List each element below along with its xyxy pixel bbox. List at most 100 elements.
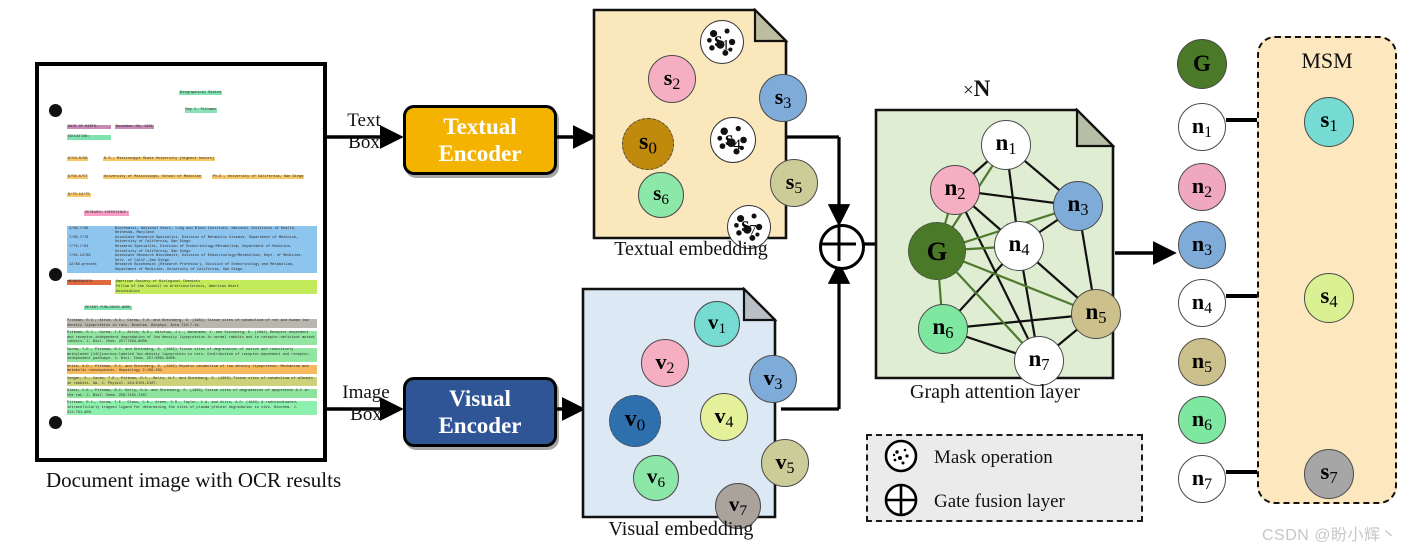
ocr-field-value: November 30, 1935 [115,124,154,130]
node-label: s5 [785,168,803,197]
gate-fusion-icon [819,224,865,270]
node-label: n2 [944,175,966,204]
node-label: n1 [1191,112,1213,141]
textual-encoder-label-line2: Encoder [438,141,522,166]
node-label: v7 [728,492,748,519]
ocr-edu-date: 9/53-6/56 [67,156,89,162]
output-node-column: Gn1 n2 n3 n4 n5 n6 n7 [1172,8,1232,508]
node-label: n7 [1191,464,1213,493]
ocr-section-header: MEMBERSHIPS: [67,280,111,286]
ocr-title: Biographical Sketch [179,90,223,96]
textual-caption-text: Textual embedding [614,238,768,260]
node-label: v5 [775,448,795,477]
ocr-exp-date: 2/66-7/68 [69,226,89,231]
graph-node-n5: n5 [1071,289,1121,339]
ocr-publication: Pittman, R.C., Carew, T.E., Glass, C.K.,… [67,401,317,416]
node-label: s0 [639,129,657,158]
output-node-n2: n2 [1178,163,1226,211]
node-label: v6 [646,464,666,491]
page-shape [592,8,788,240]
node-label: v3 [763,364,783,393]
ocr-section-header: RESEARCH EXPERIENCE: [84,211,130,216]
node-label: v0 [624,406,646,435]
ocr-exp-text: Associate Research Biochemist, Division … [115,254,303,263]
image-box-arrow-label: Image Box [333,382,399,426]
csdn-watermark: CSDN @盼小辉丶 [1262,527,1398,544]
text-box-label-line1: Text [347,110,381,131]
node-label: s6 [653,181,669,208]
gate-fusion-icon [884,483,918,522]
legend-box: Mask operation Gate fusion layer [866,434,1143,522]
visual-node-v1: v1 [694,301,740,347]
msm-node-s1: s1 [1304,97,1354,147]
ocr-publication: Attie, A.D., Pittman, R.C. and Steinberg… [67,364,317,374]
node-label: v1 [707,310,727,337]
node-label: n3 [1067,191,1089,220]
node-label: s7 [1320,459,1338,488]
textual-node-s3: s3 [759,74,807,122]
graph-node-n4: n4 [994,221,1044,271]
document-ocr-content: Biographical Sketch Roy C. Pittman DATE … [67,72,317,454]
ocr-edu-date: 9/56-6/57 [67,174,89,180]
output-node-n7: n7 [1178,455,1226,503]
visual-encoder-box[interactable]: Visual Encoder [403,377,557,447]
node-label: G [1193,51,1211,76]
repeat-count-label: ×N [963,76,990,102]
output-node-n4: n4 [1178,279,1226,327]
output-node-n3: n3 [1178,221,1226,269]
hole-punch-icon [49,416,62,429]
ocr-publication: Yedgar, S., Carew, T.E., Pittman, R.C., … [67,376,317,387]
textual-embedding-panel: s0 s1 s2 s3 s4 s5 s6 s7 [592,8,818,249]
node-label: n6 [932,314,954,343]
node-label: s1 [1320,107,1338,136]
ocr-exp-text: Research Biochemist (Research Professor)… [115,263,294,272]
ocr-field-key: EDUCATION: [67,135,111,140]
visual-embedding-caption: Visual embedding [570,518,792,541]
msm-panel: MSM s1 s4 s7 [1257,36,1397,504]
node-label: n4 [1191,288,1213,317]
ocr-memberships-text: American Society of Biological Chemists … [115,280,317,295]
legend-mask-label: Mask operation [934,447,1053,468]
textual-node-s6: s6 [638,172,684,218]
output-node-n5: n5 [1178,338,1226,386]
textual-encoder-label-line1: Textual [443,114,517,139]
msm-node-s4: s4 [1304,273,1354,323]
ocr-section-header: RECENT PUBLISHED WORK [84,305,132,311]
textual-node-s5: s5 [770,159,818,207]
ocr-field-key: DATE OF BIRTH: [67,124,111,130]
textual-node-s4: s4 [710,117,756,163]
textual-node-s0: s0 [622,118,674,170]
msm-node-s7: s7 [1304,449,1354,499]
text-box-label-line2: Box [348,132,380,153]
node-label: n5 [1085,299,1107,328]
output-node-n1: n1 [1178,103,1226,151]
graph-node-n2: n2 [930,165,980,215]
textual-embedding-caption: Textual embedding [580,238,802,261]
graph-node-n1: n1 [981,120,1031,170]
node-label: n5 [1191,347,1213,376]
node-label: G [926,235,948,266]
hole-punch-icon [49,268,62,281]
ocr-edu-line: B.S., Mississippi State University (high… [103,156,215,162]
graph-node-G: G [908,222,966,280]
node-label: s2 [663,64,681,93]
textual-node-s1: s1 [700,20,744,64]
visual-embedding-panel: v0 v1 v2 v3 v4 v5 v6 v7 [581,287,809,529]
legend-item-gate: Gate fusion layer [868,480,1141,524]
ocr-exp-text: Biochemist, National Heart, Lung and Blo… [115,226,297,236]
graph-caption-text: Graph attention layer [910,381,1080,403]
graph-attention-caption: Graph attention layer [864,381,1126,404]
node-label: s1 [714,29,730,54]
textual-encoder-box[interactable]: Textual Encoder [403,105,557,175]
node-label: n4 [1008,231,1030,260]
ocr-exp-date: 12/86-present [69,263,98,268]
graph-attention-panel: Gn1 n2 n3 n4 n5 n6 n7 [874,108,1121,386]
mask-operation-icon [884,439,918,478]
msm-node-group: s1 s4 s7 [1259,38,1395,502]
visual-node-v0: v0 [609,395,661,447]
legend-gate-label: Gate fusion layer [934,491,1065,512]
output-node-n6: n6 [1178,396,1226,444]
graph-node-n3: n3 [1053,181,1103,231]
hole-punch-icon [49,104,62,117]
visual-encoder-label-line2: Encoder [438,413,522,438]
